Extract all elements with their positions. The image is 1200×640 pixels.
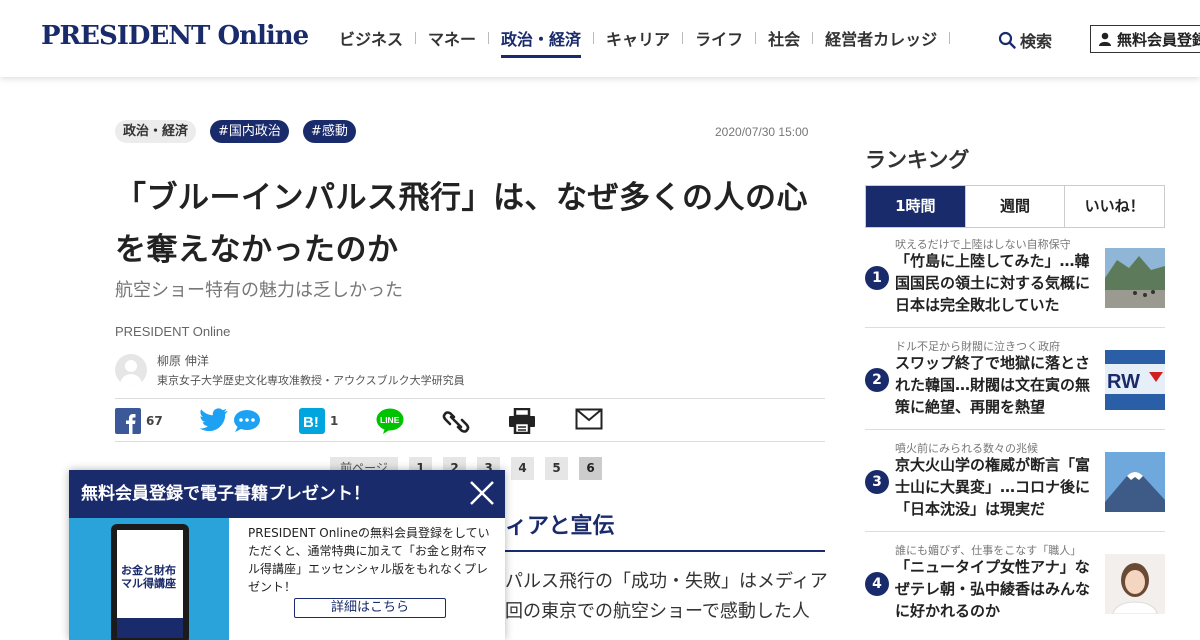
mail-icon: [575, 408, 603, 430]
svg-text:B!: B!: [303, 414, 319, 431]
rank-headline: 「竹島に上陸してみた」…韓国国民の領土に対する気概に日本は完全敗北していた: [895, 252, 1091, 314]
line-icon: LINE: [376, 408, 404, 434]
ranking-item[interactable]: 4 誰にも媚びず、仕事をこなす「職人」 「ニュータイプ女性アナ」なぜテレ朝・弘中…: [865, 534, 1165, 634]
email-share[interactable]: [575, 408, 603, 430]
article-tags: 政治・経済 #国内政治 #感動: [115, 120, 356, 143]
details-button[interactable]: 詳細はこちら: [294, 598, 446, 618]
publisher-name: PRESIDENT Online: [115, 324, 231, 339]
nav-item-politics-economy[interactable]: 政治・経済: [501, 26, 582, 58]
comment-bubble-icon: [234, 410, 260, 432]
signup-button[interactable]: 無料会員登録: [1090, 25, 1200, 53]
rank-number: 1: [865, 266, 889, 290]
rank-headline: 「ニュータイプ女性アナ」なぜテレ朝・弘中綾香はみんなに好かれるのか: [895, 558, 1091, 620]
ranking-item[interactable]: 2 ドル不足から財閥に泣きつく政府 スワップ終了で地獄に落とされた韓国…財閥は文…: [865, 330, 1165, 430]
svg-text:RW: RW: [1107, 371, 1140, 393]
site-header: PRESIDENT Online ビジネス マネー 政治・経済 キャリア ライフ…: [0, 0, 1200, 77]
nav-item-career[interactable]: キャリア: [606, 26, 670, 55]
article-title: 「ブルーインパルス飛行」は、なぜ多くの人の心を奪えなかったのか: [115, 180, 808, 268]
nav-divider: [682, 32, 684, 44]
author-role: 東京女子大学歴史文化専攻准教授・アウクスブルク大学研究員: [157, 374, 465, 387]
tab-weekly[interactable]: 週間: [966, 186, 1066, 227]
ranking-tabs: 1時間 週間 いいね！: [865, 185, 1165, 228]
popup-description: PRESIDENT Onlineの無料会員登録をしていただくと、通常特典に加えて…: [248, 526, 490, 594]
user-icon: [1099, 32, 1111, 46]
site-logo[interactable]: PRESIDENT Online: [41, 21, 309, 51]
nav-item-business[interactable]: ビジネス: [339, 26, 403, 55]
nav-divider: [488, 32, 490, 44]
section-divider: [505, 550, 825, 552]
tab-1-hour[interactable]: 1時間: [866, 186, 966, 227]
rank-number: 4: [865, 572, 889, 596]
tablet-illustration: お金と財布マル得講座: [111, 524, 189, 640]
keyword-tag[interactable]: #感動: [302, 120, 356, 143]
popup-header: 無料会員登録で電子書籍プレゼント！: [69, 470, 505, 518]
nav-divider: [755, 32, 757, 44]
nav-item-money[interactable]: マネー: [428, 26, 476, 55]
body-text-line: 回の東京での航空ショーで感動した人: [505, 601, 810, 622]
search-label: 検索: [1020, 32, 1053, 51]
ebook-title: お金と財布マル得講座: [121, 564, 176, 590]
avatar: [115, 354, 147, 386]
hatena-bookmark-icon: B!: [299, 408, 325, 434]
rank-thumbnail: [1105, 452, 1165, 512]
nav-divider: [415, 32, 417, 44]
twitter-icon: [200, 408, 228, 432]
nav-item-executive-college[interactable]: 経営者カレッジ: [825, 26, 937, 55]
article-subtitle: 航空ショー特有の魅力は乏しかった: [115, 280, 403, 301]
print-button[interactable]: [508, 408, 536, 434]
share-bar: 67 B! 1 LINE: [115, 398, 825, 442]
nav-divider: [593, 32, 595, 44]
page-link-6-current: 6: [579, 457, 602, 480]
page-link-5[interactable]: 5: [545, 457, 568, 480]
svg-text:LINE: LINE: [380, 415, 400, 425]
close-icon[interactable]: [467, 478, 497, 508]
rank-thumbnail: [1105, 248, 1165, 308]
category-tag[interactable]: 政治・経済: [115, 120, 197, 143]
main-nav: ビジネス マネー 政治・経済 キャリア ライフ 社会 経営者カレッジ: [339, 26, 962, 58]
ranking-item[interactable]: 3 噴火前にみられる数々の兆候 京大火山学の権威が断言「富士山に大異変」…コロナ…: [865, 432, 1165, 532]
rank-headline: 京大火山学の権威が断言「富士山に大異変」…コロナ後に「日本沈没」は現実だ: [895, 456, 1091, 518]
link-icon: [442, 411, 470, 433]
author-block[interactable]: 柳原 伸洋 東京女子大学歴史文化専攻准教授・アウクスブルク大学研究員: [115, 352, 465, 388]
tab-likes[interactable]: いいね！: [1065, 186, 1164, 227]
body-text-line: パルス飛行の「成功・失敗」はメディア: [505, 571, 828, 592]
search-button[interactable]: 検索: [998, 28, 1052, 52]
author-name: 柳原 伸洋: [157, 354, 209, 368]
section-heading: ィアと宣伝: [505, 514, 615, 539]
facebook-icon: [115, 408, 141, 434]
hatena-count: 1: [330, 414, 339, 428]
copy-link-button[interactable]: [442, 408, 470, 436]
signup-promo-popup: 無料会員登録で電子書籍プレゼント！ お金と財布マル得講座 PRESIDENT O…: [69, 470, 505, 640]
rank-headline: スワップ終了で地獄に落とされた韓国…財閥は文在寅の無策に絶望、再開を熱望: [895, 354, 1091, 416]
rank-thumbnail: [1105, 554, 1165, 614]
rank-number: 2: [865, 368, 889, 392]
signup-label: 無料会員登録: [1117, 30, 1200, 49]
page-link-4[interactable]: 4: [511, 457, 534, 480]
line-share[interactable]: LINE: [376, 408, 404, 434]
rank-thumbnail: RW: [1105, 350, 1165, 410]
facebook-count: 67: [146, 414, 163, 428]
nav-item-life[interactable]: ライフ: [695, 26, 743, 55]
nav-item-society[interactable]: 社会: [768, 26, 800, 55]
popup-title: 無料会員登録で電子書籍プレゼント！: [81, 484, 370, 504]
search-icon: [998, 31, 1016, 49]
twitter-share[interactable]: [200, 408, 228, 432]
ranking-item[interactable]: 1 吠えるだけで上陸はしない自称保守 「竹島に上陸してみた」…韓国国民の領土に対…: [865, 228, 1165, 328]
ebook-cover-image: お金と財布マル得講座: [69, 518, 229, 640]
nav-divider: [812, 32, 814, 44]
hatena-bookmark[interactable]: B! 1: [299, 408, 338, 434]
keyword-tag[interactable]: #国内政治: [210, 120, 289, 143]
rank-number: 3: [865, 470, 889, 494]
nav-divider: [949, 32, 951, 44]
publish-date: 2020/07/30 15:00: [715, 125, 809, 139]
facebook-share[interactable]: 67: [115, 408, 163, 434]
twitter-comments[interactable]: [233, 410, 261, 432]
ranking-title: ランキング: [865, 148, 970, 172]
printer-icon: [509, 408, 535, 434]
